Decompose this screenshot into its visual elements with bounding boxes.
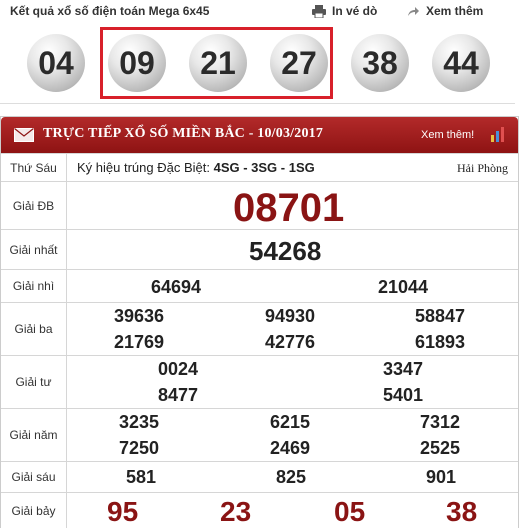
- mega-ball: 04: [27, 34, 85, 92]
- prize-row-tu: Giải tư 0024 3347 8477 5401: [1, 355, 518, 408]
- mega-more-link[interactable]: Xem thêm: [407, 4, 483, 18]
- prize-row-ba: Giải ba 39636 94930 58847 21769 42776 61…: [1, 302, 518, 355]
- printer-icon: [312, 4, 326, 18]
- info-row: Thứ Sáu Ký hiệu trúng Đặc Biệt: 4SG - 3S…: [1, 153, 518, 181]
- prize-row-db: Giải ĐB 08701: [1, 181, 518, 230]
- prize-number: 3347: [383, 359, 424, 379]
- prize-label: Giải ba: [1, 303, 67, 355]
- prize-number: 7250: [119, 438, 160, 458]
- special-code-label: Ký hiệu trúng Đặc Biệt:: [77, 160, 210, 175]
- prize-number: 3235: [119, 412, 160, 432]
- result-title-bar: TRỰC TIẾP XỔ SỐ MIỀN BẮC - 10/03/2017 Xe…: [1, 117, 518, 153]
- prize-number: 42776: [265, 332, 316, 352]
- prize-number: 2469: [270, 438, 311, 458]
- print-ticket-label: In vé dò: [332, 4, 378, 18]
- prize-row-nam: Giải năm 3235 6215 7312 7250 2469 2525: [1, 408, 518, 461]
- print-ticket-link[interactable]: In vé dò: [312, 4, 377, 18]
- prize-number: 901: [426, 467, 457, 487]
- prize-row-bay: Giải bảy 95 23 05 38: [1, 492, 518, 528]
- prize-number: 23: [220, 496, 252, 527]
- day-label: Thứ Sáu: [1, 154, 67, 181]
- prize-number: 61893: [415, 332, 466, 352]
- mega-ball: 38: [351, 34, 409, 92]
- prize-label: Giải ĐB: [1, 182, 67, 229]
- prize-number: 7312: [420, 412, 461, 432]
- prize-row-nhat: Giải nhất 54268: [1, 229, 518, 269]
- mega-more-label: Xem thêm: [426, 4, 484, 18]
- prize-number: 64694: [151, 277, 202, 297]
- share-arrow-icon: [408, 6, 419, 16]
- prize-label: Giải năm: [1, 409, 67, 461]
- prize-label: Giải bảy: [1, 493, 67, 528]
- prize-number: 94930: [265, 306, 316, 326]
- prize-number: 5401: [383, 385, 424, 405]
- envelope-icon: [14, 128, 34, 142]
- prize-label: Giải tư: [1, 356, 67, 408]
- prize-number: 58847: [415, 306, 466, 326]
- prize-number: 21769: [114, 332, 165, 352]
- prize-number: 21044: [378, 277, 429, 297]
- mega-header: Kết quả xổ số điện toán Mega 6x45 In vé …: [0, 0, 522, 24]
- result-more-link[interactable]: Xem thêm!: [421, 129, 474, 141]
- prize-number: 95: [107, 496, 139, 527]
- prize-label: Giải nhất: [1, 230, 67, 269]
- prize-number: 39636: [114, 306, 165, 326]
- prize-label: Giải nhì: [1, 270, 67, 302]
- province: Hải Phòng: [457, 161, 508, 175]
- prize-number: 54268: [249, 236, 322, 266]
- prize-number: 825: [276, 467, 307, 487]
- prize-number: 2525: [420, 438, 461, 458]
- mega-ball: 44: [432, 34, 490, 92]
- mega-title: Kết quả xổ số điện toán Mega 6x45: [10, 4, 210, 18]
- special-codes: 4SG - 3SG - 1SG: [213, 160, 315, 175]
- prize-number: 0024: [158, 359, 199, 379]
- special-prize-number: 08701: [233, 186, 345, 230]
- highlight-box: [100, 27, 333, 99]
- prize-number: 05: [334, 496, 366, 527]
- prize-number: 8477: [158, 385, 199, 405]
- bar-chart-icon[interactable]: [490, 125, 508, 143]
- result-title: TRỰC TIẾP XỔ SỐ MIỀN BẮC - 10/03/2017: [43, 126, 324, 141]
- prize-label: Giải sáu: [1, 462, 67, 492]
- result-panel: TRỰC TIẾP XỔ SỐ MIỀN BẮC - 10/03/2017 Xe…: [0, 116, 519, 528]
- prize-number: 6215: [270, 412, 311, 432]
- special-code-info: Ký hiệu trúng Đặc Biệt: 4SG - 3SG - 1SG: [77, 160, 315, 175]
- prize-row-nhi: Giải nhì 64694 21044: [1, 269, 518, 302]
- prize-number: 581: [126, 467, 157, 487]
- prize-number: 38: [446, 496, 478, 527]
- prize-row-sau: Giải sáu 581 825 901: [1, 461, 518, 492]
